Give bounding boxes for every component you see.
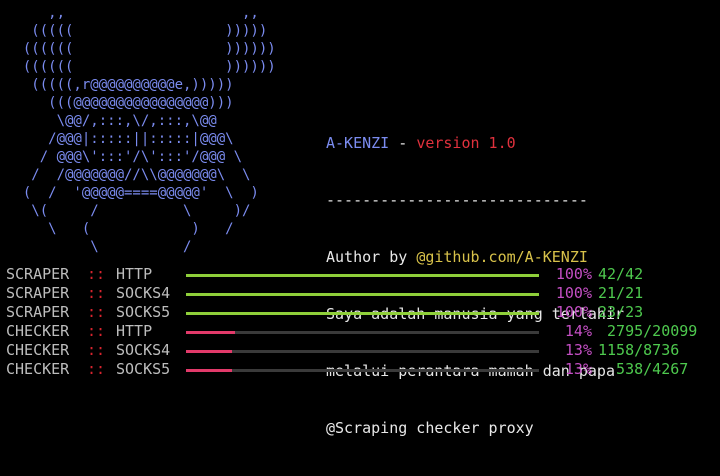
author-prefix: Author by — [326, 248, 417, 266]
progress-fill — [186, 312, 539, 315]
task-type: CHECKER — [6, 341, 70, 359]
app-name: A-KENZI — [326, 134, 390, 152]
progress-bar — [186, 369, 539, 372]
task-separator: :: — [87, 303, 106, 321]
progress-bar — [186, 312, 539, 315]
progress-percent: 100% — [555, 303, 592, 321]
progress-percent: 14% — [564, 322, 592, 340]
terminal-window: ,, ,, ((((( ))))) (((((( )))))) (((((( )… — [0, 0, 720, 437]
protocol-label: SOCKS5 — [116, 360, 171, 378]
divider-line: ----------------------------- — [326, 191, 588, 209]
progress-percent: 100% — [555, 265, 592, 283]
progress-bar — [186, 350, 539, 353]
status-row: CHECKER :: HTTP 14% 2795/20099 — [6, 322, 720, 341]
task-type: SCRAPER — [6, 284, 70, 302]
progress-fill — [186, 369, 232, 372]
task-type: CHECKER — [6, 322, 70, 340]
crab-ascii-art: ,, ,, ((((( ))))) (((((( )))))) (((((( )… — [22, 5, 276, 255]
task-separator: :: — [87, 265, 106, 283]
description-line-3: @Scraping checker proxy — [326, 419, 534, 437]
status-list: SCRAPER :: HTTP 100% 42/42 SCRAPER :: SO… — [6, 265, 720, 379]
version-label: version 1.0 — [416, 134, 516, 152]
author-link: @github.com/A-KENZI — [416, 248, 588, 266]
task-separator: :: — [87, 284, 106, 302]
progress-fill — [186, 274, 539, 277]
status-row: SCRAPER :: HTTP 100% 42/42 — [6, 265, 720, 284]
progress-fill — [186, 350, 232, 353]
progress-count: 1158/8736 — [598, 341, 680, 359]
progress-bar — [186, 274, 539, 277]
task-separator: :: — [87, 341, 106, 359]
task-type: CHECKER — [6, 360, 70, 378]
progress-fill — [186, 293, 539, 296]
progress-count: 21/21 — [598, 284, 644, 302]
progress-bar — [186, 331, 539, 334]
progress-percent: 100% — [555, 284, 592, 302]
progress-fill — [186, 331, 236, 334]
progress-percent: 13% — [564, 341, 592, 359]
status-row: CHECKER :: SOCKS4 13% 1158/8736 — [6, 341, 720, 360]
title-separator: - — [389, 134, 417, 152]
task-type: SCRAPER — [6, 303, 70, 321]
status-row: SCRAPER :: SOCKS5 100% 23/23 — [6, 303, 720, 322]
status-row: SCRAPER :: SOCKS4 100% 21/21 — [6, 284, 720, 303]
progress-count: 42/42 — [598, 265, 644, 283]
task-separator: :: — [87, 322, 106, 340]
protocol-label: SOCKS4 — [116, 341, 171, 359]
protocol-label: SOCKS5 — [116, 303, 171, 321]
progress-count: 23/23 — [598, 303, 644, 321]
protocol-label: HTTP — [116, 265, 153, 283]
task-separator: :: — [87, 360, 106, 378]
status-row: CHECKER :: SOCKS5 13% 538/4267 — [6, 360, 720, 379]
protocol-label: HTTP — [116, 322, 153, 340]
protocol-label: SOCKS4 — [116, 284, 171, 302]
task-type: SCRAPER — [6, 265, 70, 283]
progress-percent: 13% — [564, 360, 592, 378]
progress-count: 2795/20099 — [598, 322, 698, 340]
title-line: A-KENZI - version 1.0 — [326, 134, 624, 153]
progress-count: 538/4267 — [598, 360, 689, 378]
progress-bar — [186, 293, 539, 296]
